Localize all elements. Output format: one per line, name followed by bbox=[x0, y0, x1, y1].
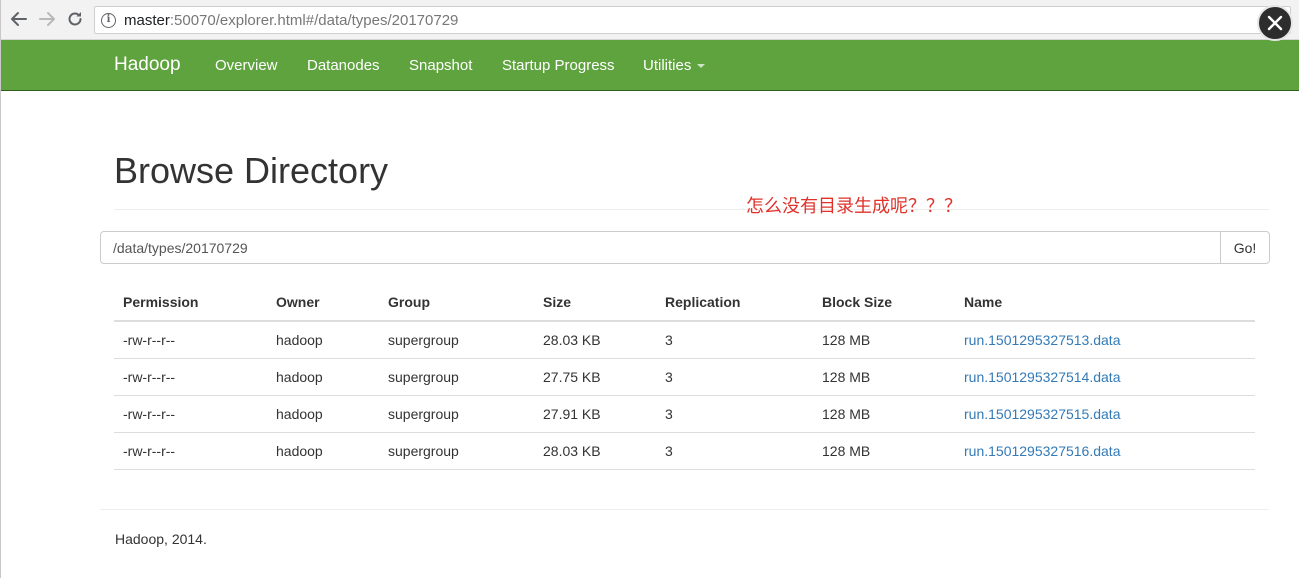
directory-table: Permission Owner Group Size Replication … bbox=[114, 284, 1255, 470]
column-header-owner[interactable]: Owner bbox=[267, 284, 379, 322]
info-icon[interactable]: i bbox=[101, 12, 116, 28]
cell-name: run.1501295327515.data bbox=[955, 395, 1255, 433]
forward-button[interactable] bbox=[36, 8, 58, 30]
nav-item-datanodes[interactable]: Datanodes bbox=[307, 57, 380, 74]
address-bar[interactable]: i master:50070/explorer.html#/data/types… bbox=[94, 6, 1291, 34]
cell-block-size: 128 MB bbox=[813, 395, 955, 433]
cell-size: 27.75 KB bbox=[534, 358, 656, 396]
table-row: -rw-r--r-- hadoop supergroup 28.03 KB 3 … bbox=[114, 432, 1255, 470]
cell-owner: hadoop bbox=[267, 432, 379, 470]
cell-block-size: 128 MB bbox=[813, 432, 955, 470]
cell-owner: hadoop bbox=[267, 321, 379, 359]
file-link[interactable]: run.1501295327516.data bbox=[964, 443, 1120, 459]
reload-icon bbox=[68, 12, 82, 26]
file-link[interactable]: run.1501295327515.data bbox=[964, 406, 1120, 422]
reload-button[interactable] bbox=[64, 8, 86, 30]
cell-group: supergroup bbox=[379, 321, 534, 359]
cell-replication: 3 bbox=[656, 358, 813, 396]
cell-replication: 3 bbox=[656, 321, 813, 359]
directory-path-input[interactable] bbox=[100, 231, 1221, 264]
column-header-block-size[interactable]: Block Size bbox=[813, 284, 955, 322]
address-url[interactable]: master:50070/explorer.html#/data/types/2… bbox=[124, 12, 458, 29]
nav-item-utilities[interactable]: Utilities bbox=[643, 57, 706, 74]
page-title: Browse Directory bbox=[114, 150, 389, 191]
annotation-text: 怎么没有目录生成呢？？？ bbox=[746, 196, 962, 216]
cell-owner: hadoop bbox=[267, 358, 379, 396]
footer-divider bbox=[100, 509, 1269, 510]
table-row: -rw-r--r-- hadoop supergroup 28.03 KB 3 … bbox=[114, 321, 1255, 359]
caret-down-icon bbox=[697, 64, 706, 69]
close-icon bbox=[1267, 15, 1283, 31]
cell-permission: -rw-r--r-- bbox=[114, 395, 267, 433]
page: i master:50070/explorer.html#/data/types… bbox=[0, 0, 1299, 578]
cell-size: 28.03 KB bbox=[534, 321, 656, 359]
column-header-name[interactable]: Name bbox=[955, 284, 1255, 322]
close-overlay-button[interactable] bbox=[1257, 5, 1293, 41]
nav-item-snapshot[interactable]: Snapshot bbox=[409, 57, 472, 74]
cell-owner: hadoop bbox=[267, 395, 379, 433]
column-header-size[interactable]: Size bbox=[534, 284, 656, 322]
table-header-row: Permission Owner Group Size Replication … bbox=[114, 284, 1255, 322]
arrow-right-icon bbox=[39, 12, 55, 26]
navbar: Hadoop Overview Datanodes Snapshot Start… bbox=[1, 40, 1299, 91]
cell-replication: 3 bbox=[656, 432, 813, 470]
cell-block-size: 128 MB bbox=[813, 358, 955, 396]
cell-block-size: 128 MB bbox=[813, 321, 955, 359]
table-row: -rw-r--r-- hadoop supergroup 27.91 KB 3 … bbox=[114, 395, 1255, 433]
cell-name: run.1501295327514.data bbox=[955, 358, 1255, 396]
back-button[interactable] bbox=[8, 8, 30, 30]
url-host: master bbox=[124, 11, 170, 29]
table-row: -rw-r--r-- hadoop supergroup 27.75 KB 3 … bbox=[114, 358, 1255, 396]
cell-name: run.1501295327516.data bbox=[955, 432, 1255, 470]
file-link[interactable]: run.1501295327513.data bbox=[964, 332, 1120, 348]
navbar-brand[interactable]: Hadoop bbox=[114, 54, 181, 76]
cell-size: 27.91 KB bbox=[534, 395, 656, 433]
url-path: :50070/explorer.html#/data/types/2017072… bbox=[169, 11, 459, 29]
cell-size: 28.03 KB bbox=[534, 432, 656, 470]
file-link[interactable]: run.1501295327514.data bbox=[964, 369, 1120, 385]
browser-toolbar: i master:50070/explorer.html#/data/types… bbox=[1, 0, 1299, 40]
nav-item-overview[interactable]: Overview bbox=[215, 57, 278, 74]
go-button[interactable]: Go! bbox=[1220, 231, 1270, 264]
cell-permission: -rw-r--r-- bbox=[114, 321, 267, 359]
cell-group: supergroup bbox=[379, 432, 534, 470]
cell-group: supergroup bbox=[379, 358, 534, 396]
column-header-group[interactable]: Group bbox=[379, 284, 534, 322]
cell-name: run.1501295327513.data bbox=[955, 321, 1255, 359]
column-header-replication[interactable]: Replication bbox=[656, 284, 813, 322]
cell-replication: 3 bbox=[656, 395, 813, 433]
cell-permission: -rw-r--r-- bbox=[114, 432, 267, 470]
nav-item-startup-progress[interactable]: Startup Progress bbox=[502, 57, 615, 74]
cell-permission: -rw-r--r-- bbox=[114, 358, 267, 396]
column-header-permission[interactable]: Permission bbox=[114, 284, 267, 322]
cell-group: supergroup bbox=[379, 395, 534, 433]
arrow-left-icon bbox=[11, 12, 27, 26]
footer-text: Hadoop, 2014. bbox=[115, 531, 207, 547]
nav-item-utilities-label: Utilities bbox=[643, 57, 692, 74]
title-divider bbox=[114, 209, 1269, 210]
